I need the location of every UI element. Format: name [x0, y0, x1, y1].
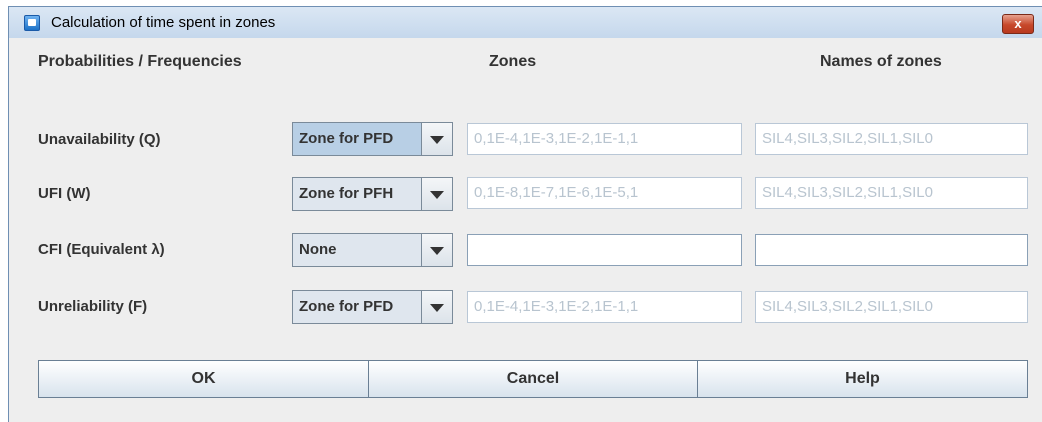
row-label-cfi: CFI (Equivalent λ) — [38, 241, 165, 258]
row-label-unavailability: Unavailability (Q) — [38, 131, 161, 148]
header-zones: Zones — [489, 53, 537, 70]
zones-input-cfi[interactable] — [467, 234, 742, 266]
close-icon: x — [1014, 16, 1022, 31]
zone-type-value: None — [293, 234, 422, 266]
ok-button[interactable]: OK — [38, 360, 369, 398]
chevron-down-icon[interactable] — [422, 178, 452, 210]
names-input-cfi[interactable] — [755, 234, 1028, 266]
header-probabilities: Probabilities / Frequencies — [38, 53, 242, 70]
help-button[interactable]: Help — [697, 360, 1028, 398]
chevron-down-icon[interactable] — [422, 123, 452, 155]
zones-input-unavailability[interactable]: 0,1E-4,1E-3,1E-2,1E-1,1 — [467, 123, 742, 155]
zone-type-select-cfi[interactable]: None — [292, 233, 453, 267]
cancel-button[interactable]: Cancel — [368, 360, 698, 398]
names-input-unavailability[interactable]: SIL4,SIL3,SIL2,SIL1,SIL0 — [755, 123, 1028, 155]
zone-type-value: Zone for PFD — [293, 291, 422, 323]
zones-input-unreliability[interactable]: 0,1E-4,1E-3,1E-2,1E-1,1 — [467, 291, 742, 323]
window-title: Calculation of time spent in zones — [51, 14, 276, 31]
zone-type-value: Zone for PFH — [293, 178, 422, 210]
zone-type-select-unreliability[interactable]: Zone for PFD — [292, 290, 453, 324]
names-input-unreliability[interactable]: SIL4,SIL3,SIL2,SIL1,SIL0 — [755, 291, 1028, 323]
zone-type-value: Zone for PFD — [293, 123, 422, 155]
close-button[interactable]: x — [1002, 14, 1034, 34]
row-label-unreliability: Unreliability (F) — [38, 298, 148, 315]
zone-type-select-unavailability[interactable]: Zone for PFD — [292, 122, 453, 156]
zones-input-ufi[interactable]: 0,1E-8,1E-7,1E-6,1E-5,1 — [467, 177, 742, 209]
title-bar[interactable]: Calculation of time spent in zones x — [9, 7, 1042, 39]
row-label-ufi: UFI (W) — [38, 185, 91, 202]
window-app-icon — [24, 15, 40, 31]
zone-type-select-ufi[interactable]: Zone for PFH — [292, 177, 453, 211]
chevron-down-icon[interactable] — [422, 291, 452, 323]
header-names-of-zones: Names of zones — [820, 53, 942, 70]
chevron-down-icon[interactable] — [422, 234, 452, 266]
names-input-ufi[interactable]: SIL4,SIL3,SIL2,SIL1,SIL0 — [755, 177, 1028, 209]
